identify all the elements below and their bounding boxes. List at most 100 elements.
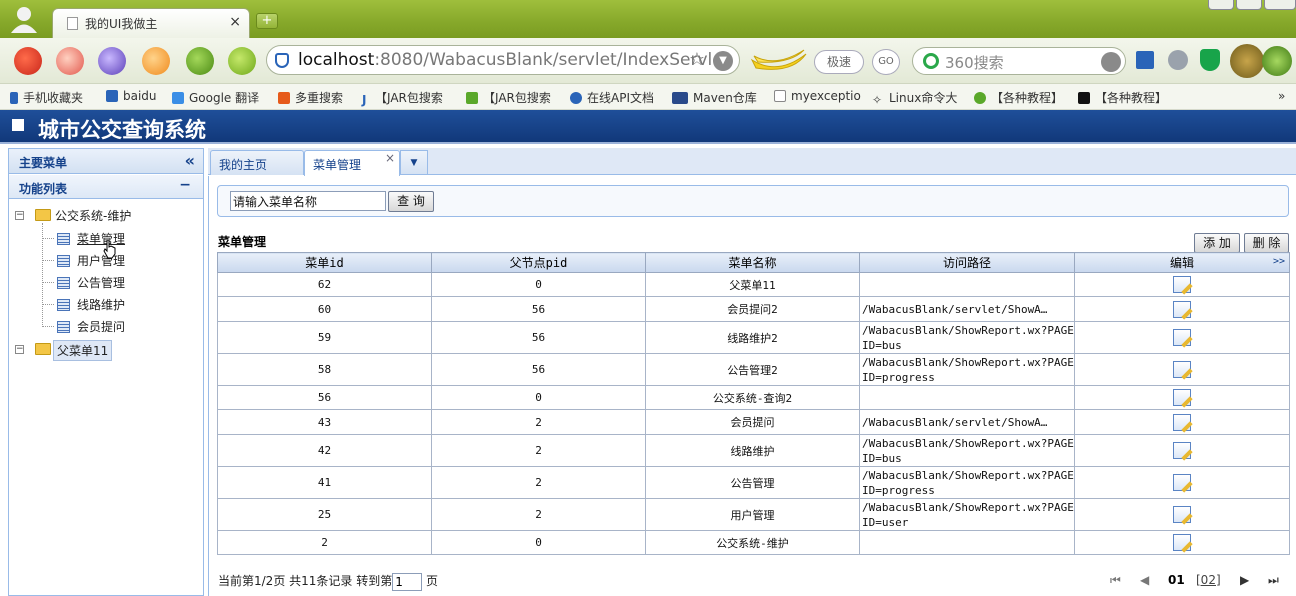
- search-placeholder: 360搜索: [945, 54, 1004, 72]
- favorite-star-icon[interactable]: [228, 47, 256, 75]
- home-icon[interactable]: [142, 47, 170, 75]
- bookmark-item[interactable]: myexceptio: [774, 89, 861, 103]
- main-menu-title: 主要菜单: [19, 156, 68, 170]
- new-tab-button[interactable]: +: [256, 13, 278, 29]
- search-icon[interactable]: [1101, 52, 1121, 72]
- edit-icon[interactable]: [1173, 474, 1191, 491]
- prev-page-icon[interactable]: ◀: [1140, 573, 1149, 587]
- bookmark-item[interactable]: baidu: [106, 89, 157, 103]
- collapse-node-icon[interactable]: −: [15, 211, 24, 220]
- cell-name: 公告管理: [645, 466, 860, 499]
- back-icon[interactable]: [14, 47, 42, 75]
- edit-icon[interactable]: [1173, 534, 1191, 551]
- cell-path: /WabacusBlank/ShowReport.wx?PAGEID=bus: [859, 321, 1075, 354]
- page-link-02[interactable]: [02]: [1196, 573, 1221, 587]
- address-url[interactable]: localhost:8080/WabacusBlank/servlet/Inde…: [298, 50, 723, 70]
- close-window-button[interactable]: [1264, 0, 1296, 10]
- tab-list-dropdown[interactable]: ▼: [400, 150, 428, 175]
- first-page-icon[interactable]: ⏮: [1110, 573, 1121, 588]
- cell-pid: 2: [431, 434, 646, 467]
- go-button[interactable]: GO: [872, 49, 900, 75]
- last-page-icon[interactable]: ⏭: [1268, 573, 1279, 588]
- undo-icon[interactable]: [186, 47, 214, 75]
- settings-icon[interactable]: [1168, 50, 1188, 70]
- cell-id: 58: [217, 353, 432, 386]
- function-list-header: 功能列表 −: [9, 175, 203, 199]
- close-tab-icon[interactable]: ×: [229, 14, 241, 30]
- security-shield-icon: [275, 53, 289, 68]
- close-tab-icon[interactable]: ×: [385, 151, 395, 165]
- bookmark-item[interactable]: Maven仓库: [672, 89, 757, 106]
- j-icon: J: [362, 93, 367, 107]
- linux-icon: ✧: [872, 93, 883, 107]
- tree-connector: [42, 282, 54, 283]
- edit-icon[interactable]: [1173, 413, 1191, 431]
- cell-name: 会员提问: [645, 409, 860, 435]
- bookmarks-bar: 手机收藏夹 baidu Google 翻译 多重搜索 J 【JAR包搜索 【JAR…: [0, 84, 1296, 110]
- cell-pid: 56: [431, 296, 646, 322]
- forward-icon[interactable]: [56, 47, 84, 75]
- security-guard-icon[interactable]: [1200, 49, 1220, 71]
- address-dropdown-icon[interactable]: ▼: [713, 51, 733, 71]
- apps-icon[interactable]: [1136, 51, 1154, 69]
- edit-icon[interactable]: [1173, 506, 1191, 523]
- menu-name-input[interactable]: [230, 191, 386, 211]
- banana-logo-icon[interactable]: [748, 46, 810, 74]
- address-bar[interactable]: localhost:8080/WabacusBlank/servlet/Inde…: [266, 45, 740, 75]
- browser-tab[interactable]: 我的UI我做主 ×: [52, 8, 250, 38]
- cell-pid: 56: [431, 321, 646, 354]
- goto-page-input[interactable]: [392, 572, 423, 591]
- more-bookmarks-button[interactable]: »: [1278, 89, 1285, 103]
- api-doc-icon: [570, 92, 582, 104]
- column-header[interactable]: 访问路径: [859, 252, 1075, 273]
- maximize-button[interactable]: [1236, 0, 1262, 10]
- edit-icon[interactable]: [1173, 329, 1191, 346]
- cell-id: 42: [217, 434, 432, 467]
- cell-edit: [1074, 385, 1290, 410]
- column-header[interactable]: 菜单名称: [645, 252, 860, 273]
- collapse-panel-icon[interactable]: «: [185, 151, 195, 170]
- table-row: 2 0 公交系统-维护: [217, 530, 1290, 555]
- bookmark-item[interactable]: 手机收藏夹: [10, 89, 83, 106]
- cell-name: 用户管理: [645, 498, 860, 531]
- bookmark-item[interactable]: 多重搜索: [278, 89, 343, 106]
- bookmark-star-icon[interactable]: ☆: [689, 49, 705, 70]
- edit-icon[interactable]: [1173, 389, 1191, 406]
- tab-menu-mgmt[interactable]: 菜单管理 ×: [304, 150, 400, 176]
- column-header[interactable]: 菜单id: [217, 252, 432, 273]
- delete-button[interactable]: 删 除: [1244, 233, 1289, 253]
- bookmark-item[interactable]: J 【JAR包搜索: [362, 89, 443, 107]
- page-icon: [57, 233, 70, 245]
- edit-icon[interactable]: [1173, 276, 1191, 293]
- query-button[interactable]: 查 询: [388, 191, 434, 212]
- edit-icon[interactable]: [1173, 361, 1191, 378]
- next-page-icon[interactable]: ▶: [1240, 573, 1249, 587]
- cell-pid: 0: [431, 272, 646, 297]
- more-columns-icon[interactable]: >>: [1273, 256, 1285, 267]
- table-row: 41 2 公告管理 /WabacusBlank/ShowReport.wx?PA…: [217, 466, 1290, 499]
- bookmark-item[interactable]: 【各种教程】: [1078, 89, 1167, 106]
- bookmark-item[interactable]: 【各种教程】: [974, 89, 1063, 106]
- collapse-list-icon[interactable]: −: [179, 177, 191, 193]
- edit-icon[interactable]: [1173, 300, 1191, 318]
- bookmark-item[interactable]: Google 翻译: [172, 89, 259, 106]
- minimize-button[interactable]: [1208, 0, 1234, 10]
- extension-icon[interactable]: [1262, 46, 1292, 76]
- column-header[interactable]: 编辑 >>: [1074, 252, 1290, 273]
- refresh-icon[interactable]: [98, 47, 126, 75]
- add-button[interactable]: 添 加: [1194, 233, 1240, 253]
- speed-mode-button[interactable]: 极速: [814, 50, 864, 74]
- search-box[interactable]: 360搜索: [912, 47, 1126, 75]
- tab-home[interactable]: 我的主页: [210, 150, 304, 175]
- tree-connector: [42, 326, 54, 327]
- cell-edit: [1074, 272, 1290, 297]
- bookmark-item[interactable]: 【JAR包搜索: [466, 89, 551, 106]
- collapse-node-icon[interactable]: −: [15, 345, 24, 354]
- column-header[interactable]: 父节点pid: [431, 252, 646, 273]
- user-profile-icon[interactable]: [1230, 44, 1264, 78]
- bookmark-item[interactable]: ✧ Linux命令大: [872, 89, 957, 107]
- bookmark-item[interactable]: 在线API文档: [570, 89, 654, 106]
- edit-icon[interactable]: [1173, 442, 1191, 459]
- table-row: 62 0 父菜单11: [217, 272, 1290, 297]
- user-avatar-icon[interactable]: [8, 4, 40, 34]
